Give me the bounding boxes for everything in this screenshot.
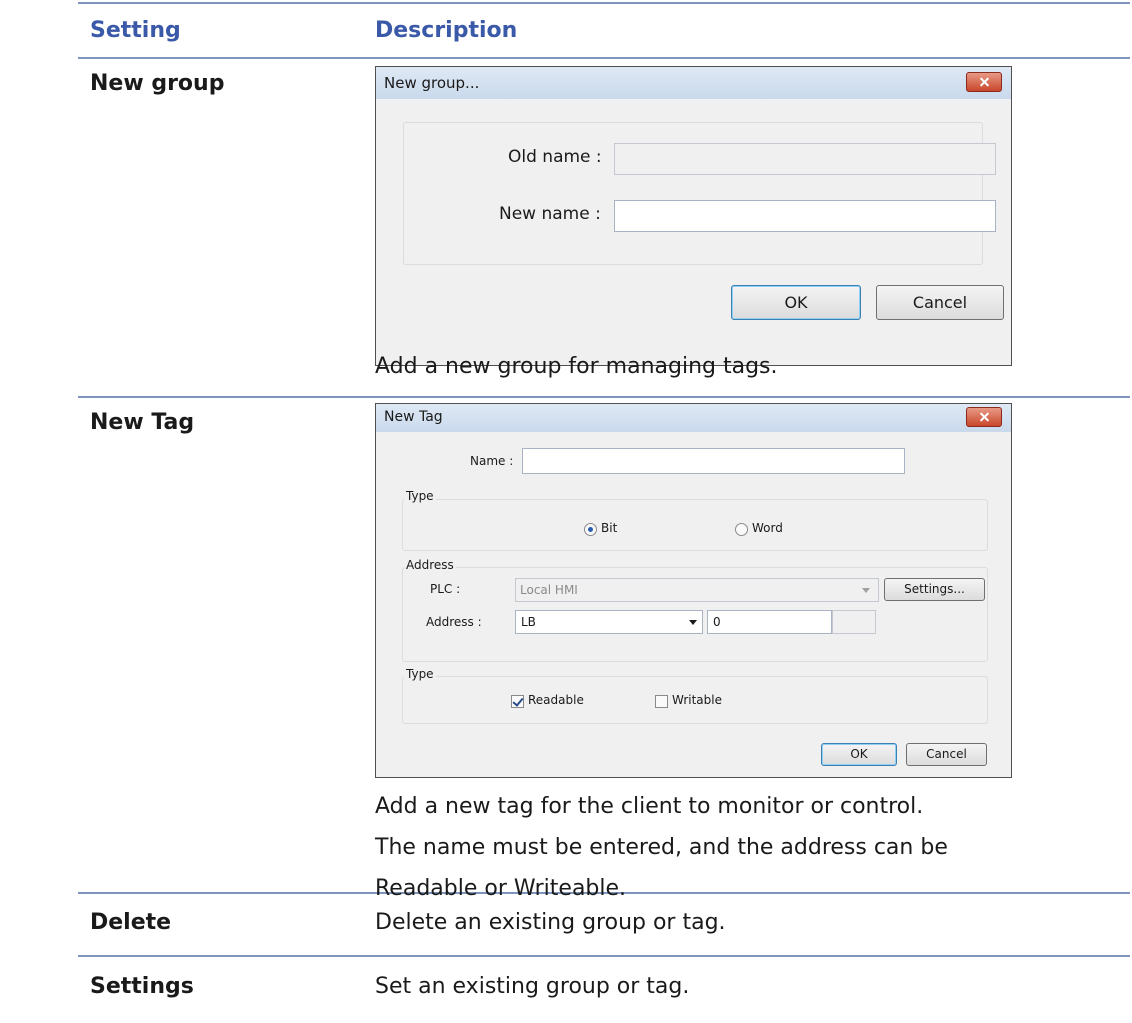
access-group-title: Type [404, 667, 436, 681]
readable-label: Readable [528, 693, 584, 707]
dialog-titlebar [376, 404, 1011, 432]
header-rule [78, 57, 1130, 59]
old-name-field[interactable] [614, 143, 996, 175]
plc-label: PLC : [430, 582, 461, 596]
dialog-title: New Tag [384, 409, 443, 425]
chevron-down-icon [862, 588, 870, 593]
tag-name-input[interactable] [522, 448, 905, 474]
close-icon[interactable] [966, 72, 1002, 92]
cancel-button[interactable]: Cancel [876, 285, 1004, 320]
setting-settings: Settings [90, 974, 194, 999]
new-group-dialog: New group... Old name : New name : OK Ca… [375, 66, 1012, 366]
setting-new-group: New group [90, 71, 225, 96]
cancel-button[interactable]: Cancel [906, 743, 987, 766]
close-icon[interactable] [966, 407, 1002, 427]
new-name-label: New name : [499, 204, 601, 224]
column-header-setting: Setting [90, 18, 181, 43]
row-rule-delete [78, 955, 1130, 957]
setting-delete: Delete [90, 910, 172, 935]
old-name-label: Old name : [508, 147, 602, 167]
new-tag-dialog: New Tag Name : Type Bit Word Address PLC… [375, 403, 1012, 778]
type-group-title: Type [404, 489, 436, 503]
type-group [402, 499, 988, 551]
readable-checkbox[interactable] [511, 695, 524, 708]
writable-checkbox[interactable] [655, 695, 668, 708]
bit-radio-label: Bit [601, 521, 618, 535]
dialog-title: New group... [384, 74, 480, 92]
description-delete: Delete an existing group or tag. [375, 910, 726, 935]
table-top-rule [78, 2, 1130, 4]
description-new-tag-line-2: The name must be entered, and the addres… [375, 835, 948, 860]
ok-button[interactable]: OK [821, 743, 897, 766]
setting-new-tag: New Tag [90, 410, 195, 435]
plc-settings-button[interactable]: Settings... [884, 578, 985, 601]
plc-select[interactable]: Local HMI [515, 578, 879, 602]
address-label: Address : [426, 615, 482, 629]
chevron-down-icon [689, 620, 697, 625]
bit-radio[interactable] [584, 523, 597, 536]
address-number-input[interactable]: 0 [707, 610, 832, 634]
new-name-field[interactable] [614, 200, 996, 232]
description-new-group: Add a new group for managing tags. [375, 354, 778, 379]
ok-button[interactable]: OK [731, 285, 861, 320]
address-group-title: Address [404, 558, 456, 572]
address-extra-field [832, 610, 876, 634]
row-rule-new-group [78, 396, 1130, 398]
writable-label: Writable [672, 693, 722, 707]
name-label: Name : [470, 454, 514, 468]
column-header-description: Description [375, 18, 518, 43]
description-settings: Set an existing group or tag. [375, 974, 690, 999]
description-new-tag-line-1: Add a new tag for the client to monitor … [375, 794, 924, 819]
address-type-select[interactable]: LB [515, 610, 703, 634]
word-radio[interactable] [735, 523, 748, 536]
word-radio-label: Word [752, 521, 783, 535]
